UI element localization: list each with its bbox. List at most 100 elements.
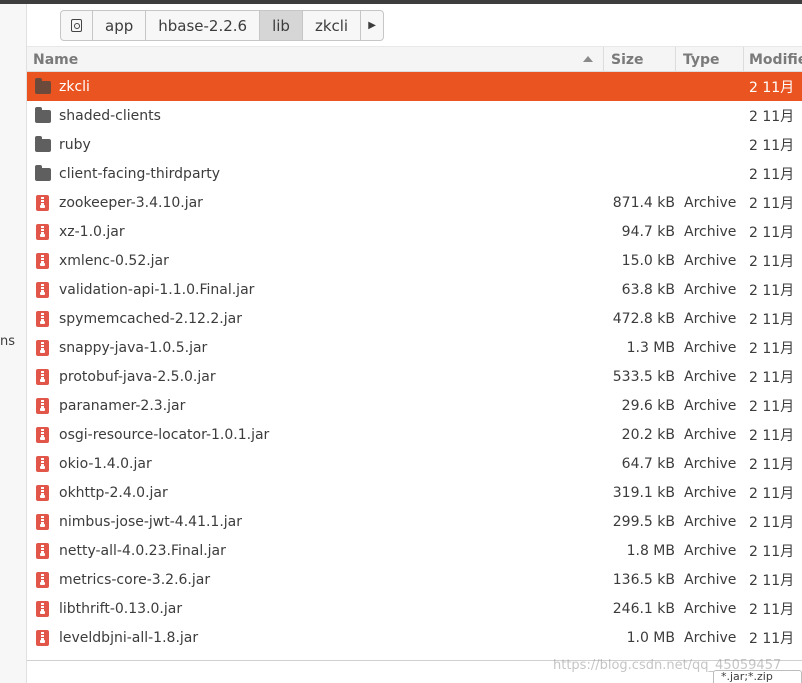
file-size xyxy=(607,130,675,159)
file-row[interactable]: zookeeper-3.4.10.jar 871.4 kB Archive 2 11月 xyxy=(27,188,802,217)
file-size: 64.7 kB xyxy=(621,455,675,472)
column-modified-label: Modifie xyxy=(749,51,802,68)
file-filter-dropdown[interactable]: *.jar;*.zip xyxy=(713,670,802,683)
file-name: xmlenc-0.52.jar xyxy=(59,252,169,269)
file-name: leveldbjni-all-1.8.jar xyxy=(59,629,199,646)
file-name: ruby xyxy=(59,136,91,153)
breadcrumb-forward-button[interactable]: ▶ xyxy=(361,11,383,40)
file-row[interactable]: snappy-java-1.0.5.jar 1.3 MB Archive 2 11月 xyxy=(27,333,802,362)
column-header-modified[interactable]: Modifie xyxy=(743,47,802,72)
sidebar-partial-label[interactable]: ns xyxy=(0,334,15,349)
file-name: paranamer-2.3.jar xyxy=(59,397,186,414)
archive-icon xyxy=(36,398,49,414)
breadcrumb: app hbase-2.2.6 lib zkcli ▶ xyxy=(60,10,385,41)
archive-icon xyxy=(36,601,49,617)
file-row[interactable]: shaded-clients 2 11月 xyxy=(27,101,802,130)
column-type-label: Type xyxy=(683,51,720,68)
archive-icon xyxy=(36,369,49,385)
file-name: zookeeper-3.4.10.jar xyxy=(59,194,203,211)
archive-icon xyxy=(36,630,49,646)
file-size xyxy=(607,159,675,188)
file-type: Archive xyxy=(684,571,737,588)
file-row[interactable]: leveldbjni-all-1.8.jar 1.0 MB Archive 2 11月 xyxy=(27,623,802,652)
file-type: Archive xyxy=(684,455,737,472)
file-row[interactable]: xmlenc-0.52.jar 15.0 kB Archive 2 11月 xyxy=(27,246,802,275)
crumb-lib[interactable]: lib xyxy=(260,11,303,40)
file-modified: 2 11月 xyxy=(749,166,795,183)
file-name: libthrift-0.13.0.jar xyxy=(59,600,183,617)
column-size-label: Size xyxy=(611,51,644,68)
file-row[interactable]: client-facing-thirdparty 2 11月 xyxy=(27,159,802,188)
file-type: Archive xyxy=(684,629,737,646)
file-row[interactable]: okhttp-2.4.0.jar 319.1 kB Archive 2 11月 xyxy=(27,478,802,507)
column-header-type[interactable]: Type xyxy=(675,47,743,72)
file-modified: 2 11月 xyxy=(749,253,795,270)
file-row[interactable]: libthrift-0.13.0.jar 246.1 kB Archive 2 11月 xyxy=(27,594,802,623)
archive-icon xyxy=(36,282,49,298)
file-modified: 2 11月 xyxy=(749,427,795,444)
file-name: okio-1.4.0.jar xyxy=(59,455,152,472)
file-type: Archive xyxy=(684,339,737,356)
column-header-name[interactable]: Name xyxy=(27,47,603,72)
file-size: 299.5 kB xyxy=(612,513,675,530)
crumb-app[interactable]: app xyxy=(93,11,147,40)
file-size: 136.5 kB xyxy=(612,571,675,588)
file-row[interactable]: metrics-core-3.2.6.jar 136.5 kB Archive 2 1… xyxy=(27,565,802,594)
file-row[interactable]: protobuf-java-2.5.0.jar 533.5 kB Archive 2 … xyxy=(27,362,802,391)
file-name: xz-1.0.jar xyxy=(59,223,125,240)
file-row[interactable]: xz-1.0.jar 94.7 kB Archive 2 11月 xyxy=(27,217,802,246)
file-row[interactable]: validation-api-1.1.0.Final.jar 63.8 kB Arc… xyxy=(27,275,802,304)
file-row[interactable]: spymemcached-2.12.2.jar 472.8 kB Archive 2 … xyxy=(27,304,802,333)
file-type: Archive xyxy=(684,310,737,327)
column-header-size[interactable]: Size xyxy=(603,47,675,72)
crumb-zkcli[interactable]: zkcli xyxy=(303,11,362,40)
file-row[interactable]: okio-1.4.0.jar 64.7 kB Archive 2 11月 xyxy=(27,449,802,478)
file-type xyxy=(684,72,744,101)
archive-icon xyxy=(36,456,49,472)
file-size: 1.8 MB xyxy=(626,542,675,559)
archive-icon xyxy=(36,427,49,443)
archive-icon xyxy=(36,253,49,269)
file-modified: 2 11月 xyxy=(749,195,795,212)
file-modified: 2 11月 xyxy=(749,108,795,125)
file-type: Archive xyxy=(684,484,737,501)
folder-icon xyxy=(35,165,51,181)
file-row[interactable]: netty-all-4.0.23.Final.jar 1.8 MB Archive 2… xyxy=(27,536,802,565)
file-row[interactable]: zkcli 2 11月 xyxy=(27,72,802,101)
file-row[interactable]: ruby 2 11月 xyxy=(27,130,802,159)
home-crumb-button[interactable] xyxy=(61,11,93,40)
file-list[interactable]: zkcli 2 11月 shaded-clients 2 11月 ruby 2 11月 cl… xyxy=(27,72,802,660)
archive-icon xyxy=(36,485,49,501)
file-name: okhttp-2.4.0.jar xyxy=(59,484,168,501)
file-row[interactable]: osgi-resource-locator-1.0.1.jar 20.2 kB Ar… xyxy=(27,420,802,449)
file-size: 15.0 kB xyxy=(621,252,675,269)
archive-icon xyxy=(36,514,49,530)
file-row[interactable]: nimbus-jose-jwt-4.41.1.jar 299.5 kB Archiv… xyxy=(27,507,802,536)
file-modified: 2 11月 xyxy=(749,485,795,502)
file-type: Archive xyxy=(684,600,737,617)
crumb-hbase[interactable]: hbase-2.2.6 xyxy=(146,11,261,40)
file-modified: 2 11月 xyxy=(749,514,795,531)
folder-icon xyxy=(35,78,51,94)
file-size: 1.3 MB xyxy=(626,339,675,356)
archive-icon xyxy=(36,311,49,327)
file-size xyxy=(607,101,675,130)
file-type: Archive xyxy=(684,513,737,530)
folder-icon xyxy=(35,107,51,123)
file-name: netty-all-4.0.23.Final.jar xyxy=(59,542,226,559)
places-sidebar[interactable]: ns xyxy=(0,4,27,683)
file-size: 871.4 kB xyxy=(612,194,675,211)
file-modified: 2 11月 xyxy=(749,224,795,241)
column-header: Name Size Type Modifie xyxy=(27,46,802,72)
file-modified: 2 11月 xyxy=(749,456,795,473)
file-row[interactable]: paranamer-2.3.jar 29.6 kB Archive 2 11月 xyxy=(27,391,802,420)
file-modified: 2 11月 xyxy=(749,311,795,328)
file-size: 94.7 kB xyxy=(621,223,675,240)
file-modified: 2 11月 xyxy=(749,398,795,415)
file-name: shaded-clients xyxy=(59,107,161,124)
file-name: metrics-core-3.2.6.jar xyxy=(59,571,211,588)
file-size xyxy=(607,72,675,101)
file-type xyxy=(684,130,744,159)
file-type xyxy=(684,101,744,130)
file-size: 246.1 kB xyxy=(612,600,675,617)
